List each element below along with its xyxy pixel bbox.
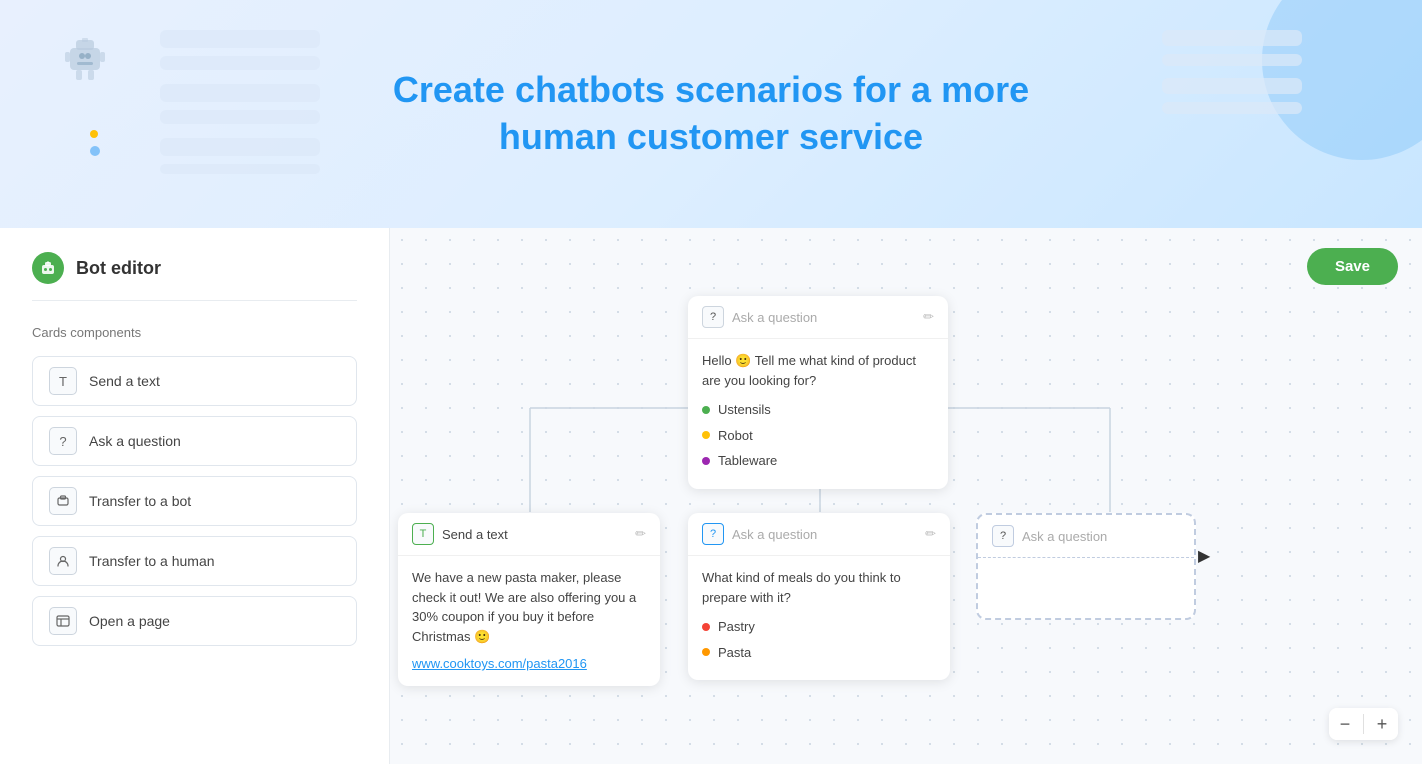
card-ask-meals-title: Ask a question bbox=[732, 527, 817, 542]
option-pastry: Pastry bbox=[702, 617, 936, 637]
card-send-text-body: We have a new pasta maker, please check … bbox=[398, 556, 660, 686]
hero-title-line1: Create chatbots scenarios for a more bbox=[393, 69, 1029, 110]
transfer-human-label: Transfer to a human bbox=[89, 553, 215, 569]
deco-cards-left bbox=[160, 30, 320, 182]
card-send-text-content: We have a new pasta maker, please check … bbox=[412, 568, 646, 646]
option-robot: Robot bbox=[702, 426, 934, 446]
card-ask-meals-type-icon: ? bbox=[702, 523, 724, 545]
card-ask-top-header: ? Ask a question ✏ bbox=[688, 296, 948, 339]
deco-cards-right bbox=[1162, 30, 1302, 122]
card-ask-meals-text: What kind of meals do you think to prepa… bbox=[702, 568, 936, 607]
open-page-icon bbox=[49, 607, 77, 635]
component-open-page[interactable]: Open a page bbox=[32, 596, 357, 646]
card-ask-meals-header: ? Ask a question ✏ bbox=[688, 513, 950, 556]
card-ask-meals-header-left: ? Ask a question bbox=[702, 523, 817, 545]
option-pastry-label: Pastry bbox=[718, 617, 755, 637]
option-dot-purple bbox=[702, 457, 710, 465]
sidebar: Bot editor Cards components T Send a tex… bbox=[0, 228, 390, 764]
transfer-bot-icon bbox=[49, 487, 77, 515]
card-ask-ghost: ? Ask a question bbox=[976, 513, 1196, 620]
cards-section-title: Cards components bbox=[32, 325, 357, 340]
component-transfer-human[interactable]: Transfer to a human bbox=[32, 536, 357, 586]
zoom-out-button[interactable]: − bbox=[1329, 708, 1361, 740]
transfer-human-icon bbox=[49, 547, 77, 575]
sidebar-header: Bot editor bbox=[32, 252, 357, 301]
send-text-icon: T bbox=[49, 367, 77, 395]
zoom-controls: − + bbox=[1329, 708, 1398, 740]
card-send-text-header: T Send a text ✏ bbox=[398, 513, 660, 556]
component-ask-question[interactable]: ? Ask a question bbox=[32, 416, 357, 466]
component-transfer-bot[interactable]: Transfer to a bot bbox=[32, 476, 357, 526]
card-ask-top-title: Ask a question bbox=[732, 310, 817, 325]
card-ask-top-edit-icon[interactable]: ✏ bbox=[923, 309, 934, 325]
component-list: T Send a text ? Ask a question Transfer … bbox=[32, 356, 357, 646]
component-send-text[interactable]: T Send a text bbox=[32, 356, 357, 406]
card-ask-top-header-left: ? Ask a question bbox=[702, 306, 817, 328]
option-dot-red bbox=[702, 623, 710, 631]
card-ask-ghost-header: ? Ask a question bbox=[978, 515, 1194, 558]
card-ask-top-options: Ustensils Robot Tableware bbox=[702, 400, 934, 471]
option-ustensils-label: Ustensils bbox=[718, 400, 771, 420]
card-send-text-title: Send a text bbox=[442, 527, 508, 542]
card-ask-ghost-header-left: ? Ask a question bbox=[992, 525, 1107, 547]
card-ask-top: ? Ask a question ✏ Hello 🙂 Tell me what … bbox=[688, 296, 948, 489]
card-ask-ghost-type-icon: ? bbox=[992, 525, 1014, 547]
canvas-area[interactable]: Save ? Ask a question ✏ Hell bbox=[390, 228, 1422, 764]
card-ask-meals: ? Ask a question ✏ What kind of meals do… bbox=[688, 513, 950, 680]
main-layout: Bot editor Cards components T Send a tex… bbox=[0, 228, 1422, 764]
card-ask-top-text: Hello 🙂 Tell me what kind of product are… bbox=[702, 351, 934, 390]
option-ustensils: Ustensils bbox=[702, 400, 934, 420]
card-ask-meals-options: Pastry Pasta bbox=[702, 617, 936, 662]
option-dot-orange bbox=[702, 648, 710, 656]
option-pasta: Pasta bbox=[702, 643, 936, 663]
option-dot-green bbox=[702, 406, 710, 414]
save-button[interactable]: Save bbox=[1307, 248, 1398, 285]
card-ask-ghost-title: Ask a question bbox=[1022, 529, 1107, 544]
option-dot-yellow bbox=[702, 431, 710, 439]
ask-question-icon: ? bbox=[49, 427, 77, 455]
card-send-text-edit-icon[interactable]: ✏ bbox=[635, 526, 646, 542]
zoom-divider bbox=[1363, 714, 1364, 734]
bot-icon bbox=[32, 252, 64, 284]
card-ask-meals-body: What kind of meals do you think to prepa… bbox=[688, 556, 950, 680]
hero-section: Create chatbots scenarios for a more hum… bbox=[0, 0, 1422, 228]
option-tableware: Tableware bbox=[702, 451, 934, 471]
deco-robot bbox=[60, 30, 110, 90]
option-pasta-label: Pasta bbox=[718, 643, 751, 663]
send-text-label: Send a text bbox=[89, 373, 160, 389]
card-ask-meals-edit-icon[interactable]: ✏ bbox=[925, 526, 936, 542]
open-page-label: Open a page bbox=[89, 613, 170, 629]
card-send-text-header-left: T Send a text bbox=[412, 523, 508, 545]
card-ask-top-body: Hello 🙂 Tell me what kind of product are… bbox=[688, 339, 948, 489]
card-send-text-link[interactable]: www.cooktoys.com/pasta2016 bbox=[412, 656, 587, 671]
ask-question-label: Ask a question bbox=[89, 433, 181, 449]
zoom-in-button[interactable]: + bbox=[1366, 708, 1398, 740]
option-tableware-label: Tableware bbox=[718, 451, 777, 471]
sidebar-title: Bot editor bbox=[76, 258, 161, 279]
card-ask-ghost-body bbox=[978, 558, 1194, 618]
hero-title-line2: human customer service bbox=[499, 116, 923, 157]
hero-title: Create chatbots scenarios for a more hum… bbox=[393, 67, 1029, 161]
option-robot-label: Robot bbox=[718, 426, 753, 446]
cursor-icon: ▶ bbox=[1198, 546, 1210, 566]
card-send-text-type-icon: T bbox=[412, 523, 434, 545]
transfer-bot-label: Transfer to a bot bbox=[89, 493, 191, 509]
card-ask-top-type-icon: ? bbox=[702, 306, 724, 328]
card-send-text: T Send a text ✏ We have a new pasta make… bbox=[398, 513, 660, 686]
deco-dots bbox=[90, 130, 100, 156]
